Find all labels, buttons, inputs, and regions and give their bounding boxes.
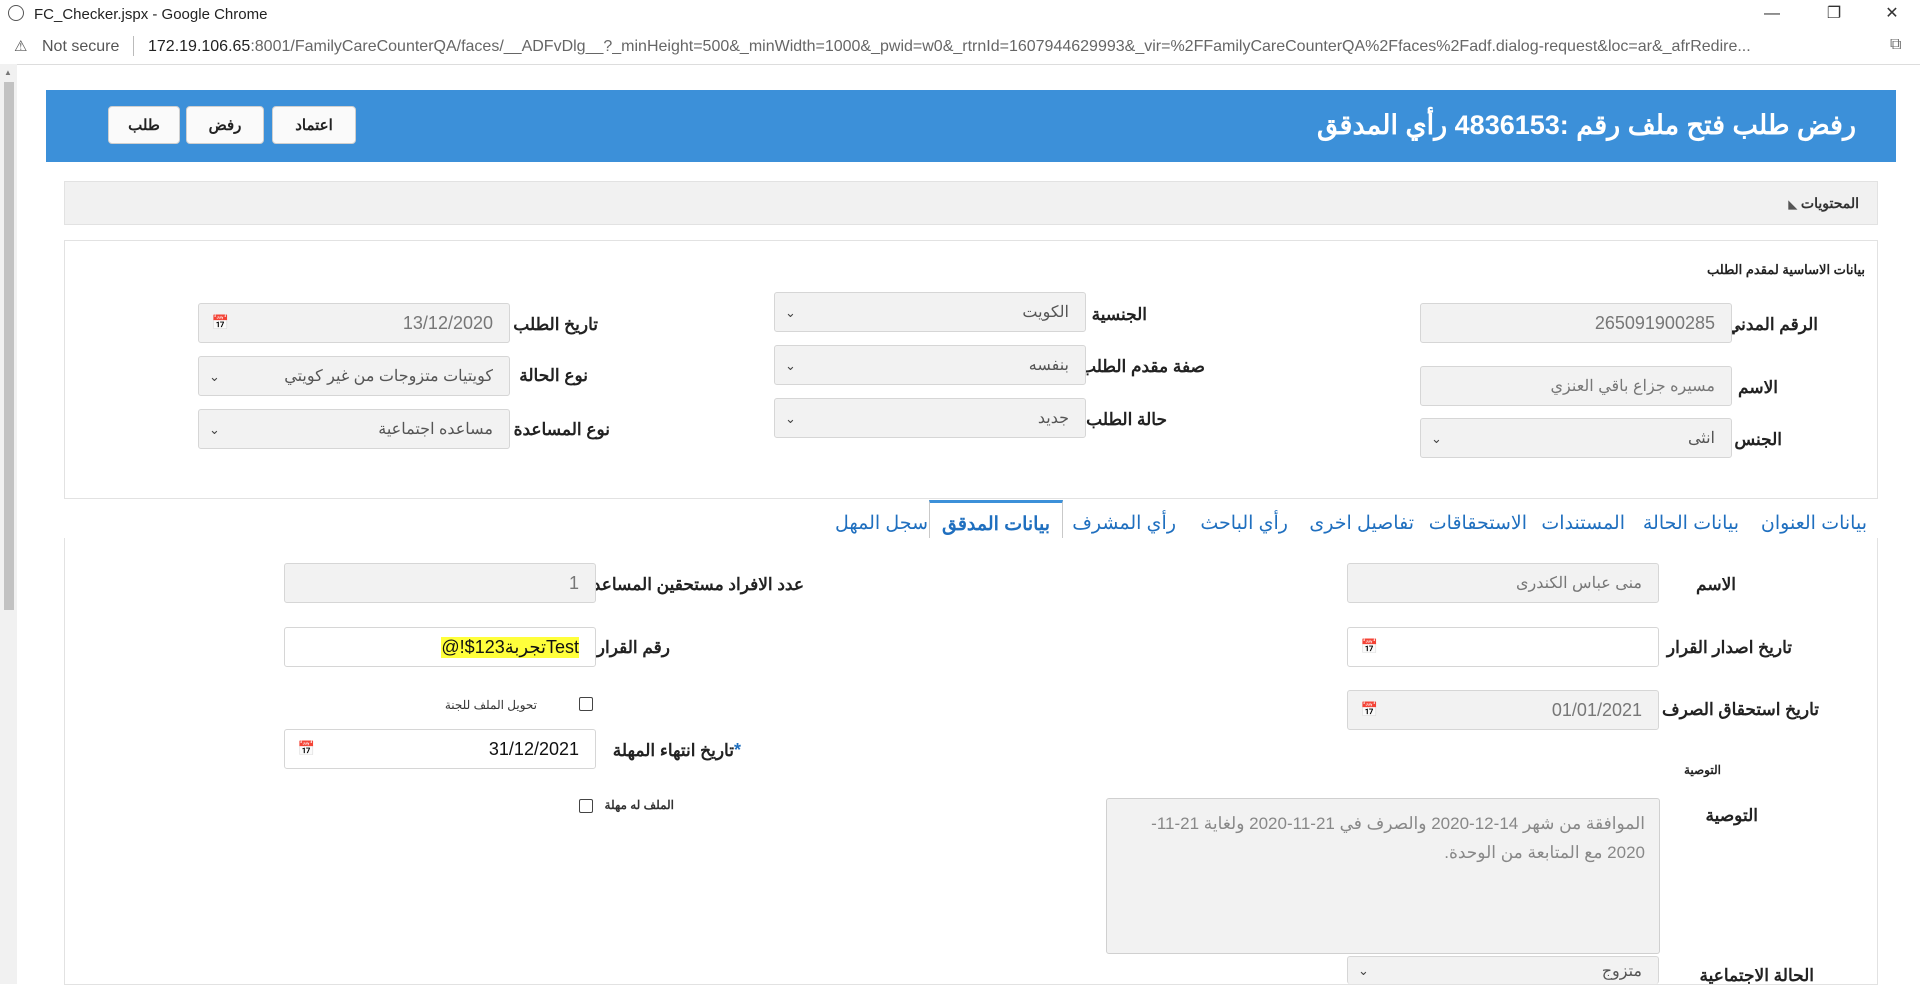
address-bar[interactable]: ⚠ Not secure 172.19.106.65:8001/FamilyCa… xyxy=(0,28,1920,65)
url-path: :8001/FamilyCareCounterQA/faces/__ADFvDl… xyxy=(250,38,1751,55)
request-date-field[interactable]: 13/12/2020 📅 xyxy=(198,303,510,343)
chevron-down-icon[interactable]: ⌄ xyxy=(209,369,220,385)
close-window-icon[interactable]: ✕ xyxy=(1872,2,1912,26)
applicant-capacity-value: بنفسه xyxy=(1028,357,1069,374)
scrollbar-thumb[interactable] xyxy=(4,82,14,610)
members-label: عدد الافراد مستحقين المساعدة xyxy=(583,575,804,594)
members-field[interactable]: 1 xyxy=(284,563,596,603)
tab-entitlements[interactable]: الاستحقاقات xyxy=(1429,512,1527,535)
minimize-icon[interactable]: — xyxy=(1752,2,1792,26)
reject-button[interactable]: رفض xyxy=(186,106,264,144)
tab-documents[interactable]: المستندات xyxy=(1541,512,1625,535)
transfer-to-committee-checkbox[interactable] xyxy=(579,697,593,711)
tab-researcher-opinion[interactable]: رأي الباحث xyxy=(1200,512,1288,535)
chevron-down-icon[interactable]: ⌄ xyxy=(785,358,796,374)
case-type-value: كويتيات متزوجات من غير كويتي xyxy=(284,368,493,385)
recommendation-label: التوصية xyxy=(1705,806,1759,825)
disbursement-date-value: 01/01/2021 xyxy=(1551,699,1642,720)
contents-label-text: المحتويات xyxy=(1800,195,1859,211)
contents-toggle[interactable]: المحتويات ◣ xyxy=(64,181,1878,225)
case-type-select[interactable]: كويتيات متزوجات من غير كويتي ⌄ xyxy=(198,356,510,396)
chevron-down-icon[interactable]: ⌄ xyxy=(785,305,796,321)
deadline-label-text: تاريخ انتهاء المهلة xyxy=(612,741,734,760)
marital-status-value: متزوج xyxy=(1601,962,1642,980)
page-favicon-icon xyxy=(8,5,24,21)
recommendation-textarea[interactable]: الموافقة من شهر 14-12-2020 والصرف في 21-… xyxy=(1106,798,1660,954)
applicant-name-field[interactable]: مسيره جزاع باقي العنزي xyxy=(1420,366,1732,406)
deadline-date-value: 31/12/2021 xyxy=(488,738,579,759)
marital-status-label: الحالة الاجتماعية xyxy=(1699,966,1814,985)
chevron-down-icon[interactable]: ⌄ xyxy=(1431,431,1442,447)
collapse-triangle-icon: ◣ xyxy=(1788,199,1798,211)
vertical-scrollbar[interactable]: ▲ xyxy=(0,64,17,984)
dialog-header: رفض طلب فتح ملف رقم :4836153 رأي المدقق … xyxy=(46,90,1896,162)
request-date-value: 13/12/2020 xyxy=(402,312,493,333)
request-date-label: تاريخ الطلب xyxy=(513,315,598,334)
calendar-icon[interactable]: 📅 xyxy=(209,314,229,332)
request-button[interactable]: طلب xyxy=(108,106,180,144)
deadline-label: *تاريخ انتهاء المهلة xyxy=(613,740,741,761)
address-divider xyxy=(133,36,134,56)
tab-other-details[interactable]: تفاصيل اخرى xyxy=(1309,512,1414,535)
open-tab-icon[interactable]: ⧉ xyxy=(1890,36,1901,54)
has-deadline-checkbox[interactable] xyxy=(579,799,593,813)
decision-no-value: Testتجربة123$!@ xyxy=(441,636,579,658)
calendar-icon[interactable]: 📅 xyxy=(1358,701,1378,719)
gender-value: انثى xyxy=(1687,430,1715,447)
maximize-icon[interactable]: ❐ xyxy=(1814,2,1854,26)
request-status-label: حالة الطلب xyxy=(1086,410,1167,429)
has-deadline-label: الملف له مهلة xyxy=(604,798,674,812)
scroll-up-icon[interactable]: ▲ xyxy=(4,68,12,77)
tab-supervisor-opinion[interactable]: رأي المشرف xyxy=(1072,512,1176,535)
window-title: FC_Checker.jspx - Google Chrome xyxy=(34,6,268,23)
civil-id-field[interactable]: 265091900285 xyxy=(1420,303,1732,343)
request-status-select[interactable]: جديد ⌄ xyxy=(774,398,1086,438)
tab-case-data[interactable]: بيانات الحالة xyxy=(1643,512,1739,535)
applicant-capacity-label: صفة مقدم الطلب xyxy=(1080,357,1205,376)
gender-label: الجنس xyxy=(1734,430,1782,449)
decision-no-field[interactable]: Testتجربة123$!@ xyxy=(284,627,596,667)
url-host: 172.19.106.65 xyxy=(148,38,251,55)
request-status-value: جديد xyxy=(1037,410,1069,427)
approve-button[interactable]: اعتماد xyxy=(272,106,356,144)
chevron-down-icon[interactable]: ⌄ xyxy=(209,422,220,438)
nationality-label: الجنسية xyxy=(1091,305,1147,324)
url-text[interactable]: 172.19.106.65:8001/FamilyCareCounterQA/f… xyxy=(148,38,1868,56)
decision-date-label: تاريخ اصدار القرار xyxy=(1666,638,1792,657)
contents-label: المحتويات ◣ xyxy=(1789,195,1859,212)
auditor-name-label: الاسم xyxy=(1696,575,1736,594)
marital-status-select[interactable]: متزوج ⌄ xyxy=(1347,956,1659,984)
deadline-date-field[interactable]: 31/12/2021 📅 xyxy=(284,729,596,769)
auditor-name-field[interactable]: منى عباس الكندرى xyxy=(1347,563,1659,603)
decision-no-label: رقم القرار xyxy=(596,638,670,657)
applicant-capacity-select[interactable]: بنفسه ⌄ xyxy=(774,345,1086,385)
nationality-select[interactable]: الكويت ⌄ xyxy=(774,292,1086,332)
required-asterisk: * xyxy=(733,740,741,760)
dialog-title: رفض طلب فتح ملف رقم :4836153 رأي المدقق xyxy=(1317,110,1856,140)
browser-title-bar: FC_Checker.jspx - Google Chrome — ❐ ✕ xyxy=(0,0,1920,28)
chevron-down-icon[interactable]: ⌄ xyxy=(1358,963,1369,979)
disbursement-date-field[interactable]: 01/01/2021 📅 xyxy=(1347,690,1659,730)
civil-id-label: الرقم المدني xyxy=(1726,315,1818,334)
tab-deadline-log[interactable]: سجل المهل xyxy=(835,512,928,535)
transfer-to-committee-label: تحويل الملف للجنة xyxy=(444,698,537,712)
case-type-label: نوع الحالة xyxy=(519,366,588,385)
name-label: الاسم xyxy=(1738,378,1778,397)
calendar-icon[interactable]: 📅 xyxy=(1358,638,1378,656)
calendar-icon[interactable]: 📅 xyxy=(295,740,315,758)
applicant-section-title: بيانات الاساسية لمقدم الطلب xyxy=(1706,262,1865,277)
security-label[interactable]: Not secure xyxy=(42,38,119,56)
warning-icon[interactable]: ⚠ xyxy=(14,37,27,55)
nationality-value: الكويت xyxy=(1022,304,1069,321)
disbursement-date-label: تاريخ استحقاق الصرف xyxy=(1662,700,1819,719)
recommendation-section-title: التوصية xyxy=(1683,763,1721,777)
aid-type-select[interactable]: مساعده اجتماعية ⌄ xyxy=(198,409,510,449)
tab-address-data[interactable]: بيانات العنوان xyxy=(1761,512,1867,535)
aid-type-value: مساعده اجتماعية xyxy=(378,421,493,438)
gender-select[interactable]: انثى ⌄ xyxy=(1420,418,1732,458)
decision-date-field[interactable]: 📅 xyxy=(1347,627,1659,667)
aid-type-label: نوع المساعدة xyxy=(513,420,610,439)
chevron-down-icon[interactable]: ⌄ xyxy=(785,411,796,427)
